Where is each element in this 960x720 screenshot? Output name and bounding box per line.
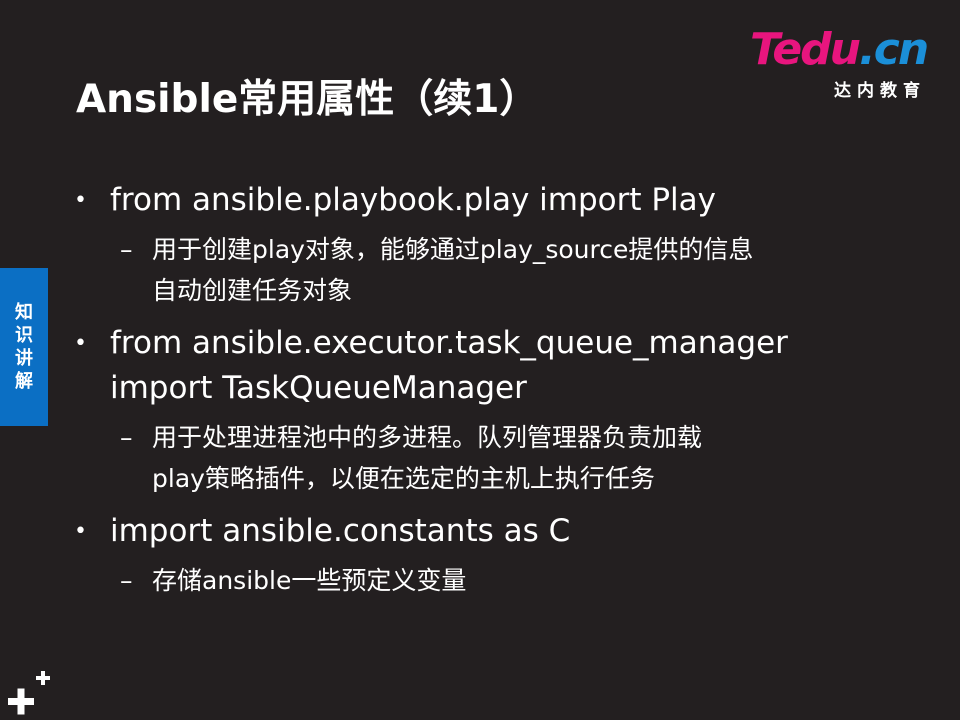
bullet-text-line: from ansible.executor.task_queue_manager: [110, 325, 788, 361]
bullet-item: • from ansible.executor.task_queue_manag…: [72, 321, 852, 411]
sub-bullet-text-line: 用于创建play对象，能够通过play_source提供的信息: [152, 235, 754, 264]
dash-icon: –: [120, 235, 133, 264]
knowledge-tab-char: 讲: [15, 348, 33, 369]
slide: Ansible常用属性（续1） Tedu.cn 达内教育 知 识 讲 解 • f…: [0, 0, 960, 720]
knowledge-tab: 知 识 讲 解: [0, 268, 48, 426]
sub-bullet-text-line: play策略插件，以便在选定的主机上执行任务: [152, 464, 655, 493]
sub-bullet-text-line: 自动创建任务对象: [152, 276, 353, 305]
knowledge-tab-char: 识: [15, 325, 33, 346]
sub-bullet-item: – 存储ansible一些预定义变量: [72, 560, 852, 601]
knowledge-tab-char: 解: [15, 371, 33, 392]
bullet-icon: •: [74, 188, 87, 213]
logo-wordmark: Tedu.cn: [750, 28, 929, 72]
bullet-text-line: from ansible.playbook.play import Play: [110, 182, 717, 218]
logo-tagline: 达内教育: [834, 81, 926, 101]
tedu-logo: Tedu.cn 达内教育: [750, 28, 930, 102]
sub-bullet-text-line: 用于处理进程池中的多进程。队列管理器负责加载: [152, 423, 703, 452]
dash-icon: –: [120, 566, 133, 595]
logo-wordmark-t: T: [750, 24, 774, 75]
sub-bullet-item: – 用于创建play对象，能够通过play_source提供的信息 自动创建任务…: [72, 229, 852, 311]
knowledge-tab-char: 知: [15, 302, 33, 323]
sub-bullet-text-line: 存储ansible一些预定义变量: [152, 566, 467, 595]
logo-wordmark-edu: edu: [772, 24, 861, 75]
plus-icon: [8, 671, 50, 715]
logo-wordmark-cn: .cn: [859, 24, 929, 75]
bullet-icon: •: [74, 331, 87, 356]
slide-title: Ansible常用属性（续1）: [76, 77, 539, 122]
dash-icon: –: [120, 423, 133, 452]
bullet-list: • from ansible.playbook.play import Play…: [72, 178, 852, 601]
sub-bullet-item: – 用于处理进程池中的多进程。队列管理器负责加载 play策略插件，以便在选定的…: [72, 417, 852, 499]
bullet-icon: •: [74, 519, 87, 544]
bullet-item: • import ansible.constants as C: [72, 509, 852, 554]
bullet-item: • from ansible.playbook.play import Play: [72, 178, 852, 223]
bullet-text-line: import ansible.constants as C: [110, 513, 571, 549]
bullet-text-line: import TaskQueueManager: [110, 370, 527, 406]
